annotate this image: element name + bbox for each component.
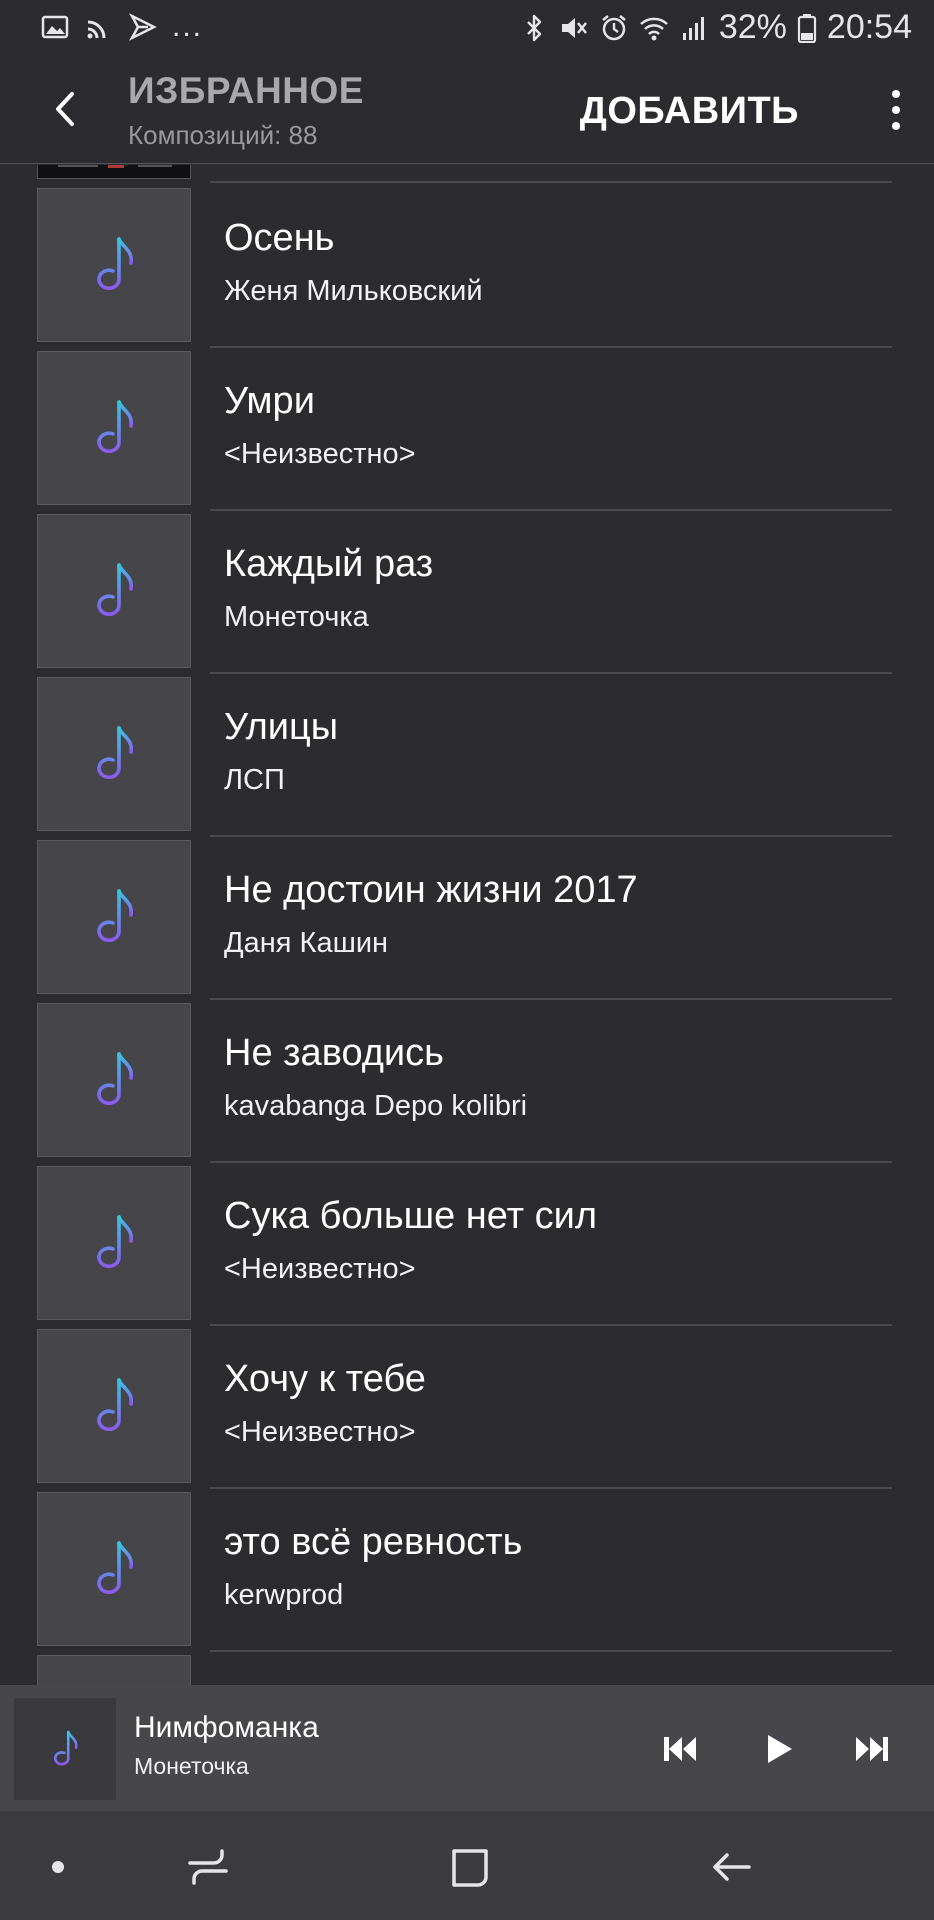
track-artist: kavabanga Depo kolibri <box>224 1090 528 1122</box>
nav-dot-button[interactable] <box>30 1839 86 1895</box>
track-artist: kerwprod <box>224 1579 344 1611</box>
album-art-partial <box>37 165 191 179</box>
track-artist: <Неизвестно> <box>224 1253 416 1285</box>
mini-player[interactable]: Нимфоманка Монеточка <box>0 1685 934 1811</box>
music-note-icon <box>53 1730 78 1766</box>
music-note-icon <box>97 400 133 454</box>
track-row[interactable]: Осень Женя Мильковский <box>0 185 934 348</box>
album-art <box>37 677 191 831</box>
play-icon <box>768 1735 792 1763</box>
previous-button[interactable] <box>654 1723 706 1775</box>
music-note-icon <box>97 1215 133 1269</box>
app-bar: ИЗБРАННОЕ Композиций: 88 ДОБАВИТЬ <box>0 56 934 164</box>
home-icon <box>452 1849 488 1887</box>
track-count: Композиций: 88 <box>128 120 318 150</box>
battery-percent: 32% <box>718 8 787 46</box>
track-row[interactable]: Улицы ЛСП <box>0 674 934 837</box>
player-album-art <box>14 1698 116 1800</box>
track-artist: Монеточка <box>224 601 369 633</box>
music-note-icon <box>97 726 133 780</box>
album-art <box>37 840 191 994</box>
track-row[interactable]: Каждый раз Монеточка <box>0 511 934 674</box>
track-title: Осень <box>224 217 335 259</box>
status-bar: ... 32% 20:54 <box>0 0 934 56</box>
track-artist: <Неизвестно> <box>224 438 416 470</box>
cast-icon <box>84 12 114 42</box>
back-button[interactable] <box>42 84 88 134</box>
track-row[interactable]: Сука больше нет сил <Неизвестно> <box>0 1163 934 1326</box>
recents-button[interactable] <box>180 1839 236 1895</box>
album-art <box>37 351 191 505</box>
track-title: Умри <box>224 380 315 422</box>
track-row[interactable]: это всё ревность kerwprod <box>0 1489 934 1652</box>
status-right: 32% 20:54 <box>519 8 912 47</box>
track-artist: Даня Кашин <box>224 927 389 959</box>
signal-icon <box>679 13 709 43</box>
album-art <box>37 1329 191 1483</box>
back-arrow-icon <box>713 1853 751 1881</box>
play-button[interactable] <box>752 1723 804 1775</box>
divider <box>210 181 892 183</box>
battery-icon <box>797 13 817 43</box>
album-art-partial <box>37 1655 191 1685</box>
navigation-bar <box>0 1811 934 1920</box>
now-playing-artist: Монеточка <box>134 1753 249 1779</box>
dot-icon <box>52 1861 64 1873</box>
music-note-icon <box>97 889 133 943</box>
recents-icon <box>188 1849 228 1885</box>
album-art <box>37 514 191 668</box>
track-artist: ЛСП <box>224 764 285 796</box>
track-row[interactable]: Хочу к тебе <Неизвестно> <box>0 1326 934 1489</box>
track-row[interactable]: Не достоин жизни 2017 Даня Кашин <box>0 837 934 1000</box>
page-title: ИЗБРАННОЕ <box>128 70 364 111</box>
album-art <box>37 1166 191 1320</box>
next-button[interactable] <box>846 1723 898 1775</box>
chevron-left-icon <box>56 92 74 126</box>
track-title: Не достоин жизни 2017 <box>224 869 638 911</box>
divider <box>210 1650 892 1652</box>
now-playing-title: Нимфоманка <box>134 1711 319 1744</box>
track-title: Каждый раз <box>224 543 434 585</box>
track-title: Не заводись <box>224 1032 444 1074</box>
add-button[interactable]: ДОБАВИТЬ <box>580 90 799 133</box>
album-art <box>37 1003 191 1157</box>
previous-icon <box>664 1737 696 1761</box>
track-title: Хочу к тебе <box>224 1358 426 1400</box>
alarm-icon <box>599 13 629 43</box>
home-button[interactable] <box>442 1839 498 1895</box>
mute-icon <box>559 13 589 43</box>
track-row[interactable]: Не заводись kavabanga Depo kolibri <box>0 1000 934 1163</box>
more-vertical-icon[interactable] <box>874 80 918 140</box>
more-notifications: ... <box>172 10 204 43</box>
track-title: это всё ревность <box>224 1521 523 1563</box>
track-title: Улицы <box>224 706 339 748</box>
clock: 20:54 <box>826 8 912 46</box>
next-icon <box>856 1737 888 1761</box>
screen: ... 32% 20:54 ИЗБРАННОЕ Композиций: 88 Д… <box>0 0 934 1920</box>
gallery-icon <box>40 12 70 42</box>
bluetooth-icon <box>519 13 549 43</box>
track-row[interactable]: Умри <Неизвестно> <box>0 348 934 511</box>
track-list[interactable]: Осень Женя Мильковский Умри <Неизвестно> Каж… <box>0 165 934 1685</box>
flipboard-icon <box>128 12 158 42</box>
track-artist: Женя Мильковский <box>224 275 483 307</box>
music-note-icon <box>97 1052 133 1106</box>
music-note-icon <box>97 1378 133 1432</box>
album-art <box>37 1492 191 1646</box>
music-note-icon <box>97 1541 133 1595</box>
nav-back-button[interactable] <box>703 1839 759 1895</box>
track-title: Сука больше нет сил <box>224 1195 598 1237</box>
wifi-icon <box>639 13 669 43</box>
status-left: ... <box>40 10 203 44</box>
album-art <box>37 188 191 342</box>
music-note-icon <box>97 563 133 617</box>
track-artist: <Неизвестно> <box>224 1416 416 1448</box>
music-note-icon <box>97 237 133 291</box>
